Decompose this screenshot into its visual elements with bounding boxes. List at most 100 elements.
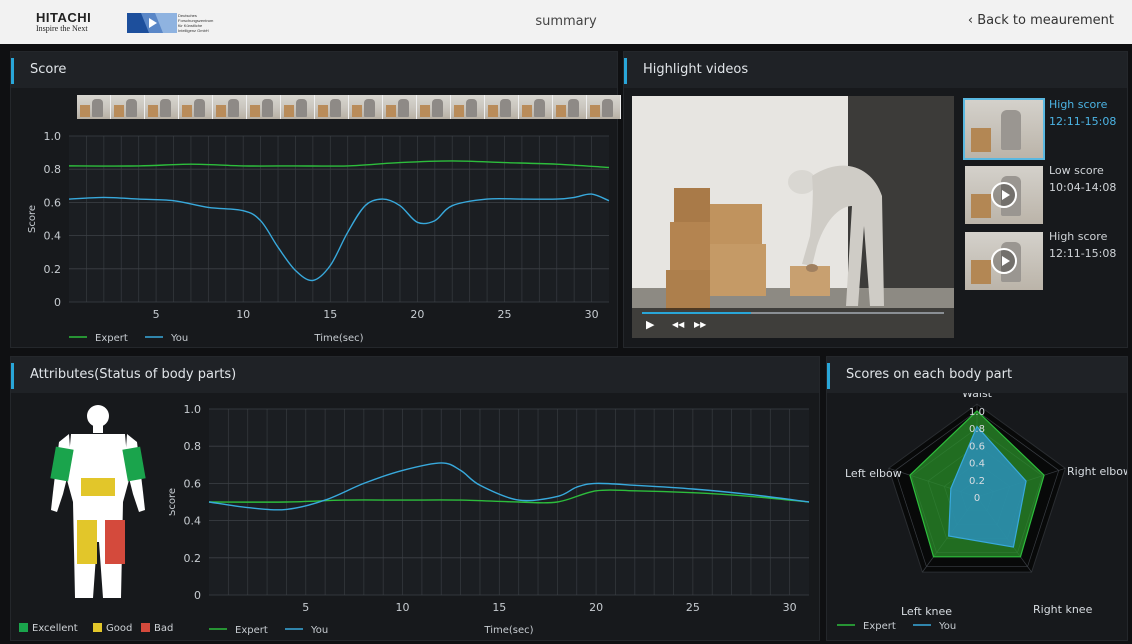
body-status-figure [50,405,146,598]
cardboard-box [710,244,766,296]
cardboard-box [710,204,762,244]
y-tick-label: 1.0 [44,130,62,143]
worker-figure [788,165,884,306]
x-tick-label: 10 [396,601,410,614]
filmstrip-frame[interactable] [553,95,587,119]
hitachi-logo-tagline: Inspire the Next [36,24,88,33]
y-tick-label: 0.4 [184,515,202,528]
x-tick-label: 20 [589,601,603,614]
plot-area [69,136,609,302]
filmstrip-frame[interactable] [587,95,621,119]
y-tick-label: 0.8 [184,440,202,453]
filmstrip-frame[interactable] [179,95,213,119]
filmstrip-frame[interactable] [213,95,247,119]
video-controls-bar: ▶ ◀◀ ▶▶ [632,308,954,338]
highlight-label-1[interactable]: High score 12:11-15:08 [1049,96,1116,130]
highlight-thumbnail-3[interactable] [965,232,1043,290]
filmstrip-frame[interactable] [315,95,349,119]
score-line-chart: 0 0.2 0.4 0.6 0.8 1.0 5 10 15 20 25 30 Score Time(sec… [27,130,610,344]
x-tick-label: 10 [236,308,250,321]
filmstrip-frame[interactable] [111,95,145,119]
filmstrip-frame[interactable] [383,95,417,119]
hitachi-logo-name: HITACHI [36,10,92,25]
filmstrip-frame[interactable] [77,95,111,119]
dfki-logo-text: Deutsches Forschungszentrum für Künstlic… [178,13,214,33]
x-tick-label: 15 [492,601,506,614]
attributes-panel: Attributes(Status of body parts) Excelle… [10,356,820,641]
rewind-icon[interactable]: ◀◀ [672,320,684,329]
fast-forward-icon[interactable]: ▶▶ [694,320,706,329]
cardboard-box [670,222,710,270]
video-progress-fill [642,312,751,314]
highlight-label-3[interactable]: High score 12:11-15:08 [1049,228,1116,262]
filmstrip-frame[interactable] [349,95,383,119]
x-tick-label: 30 [783,601,797,614]
video-frame-filmstrip[interactable] [77,95,621,119]
highlight-thumbnail-1[interactable] [963,98,1045,160]
radar-tick-label: 0 [974,493,980,504]
filmstrip-frame[interactable] [247,95,281,119]
y-axis-label: Score [169,488,178,516]
attributes-panel-title: Attributes(Status of body parts) [30,367,237,382]
top-bar: HITACHI Inspire the Next Deutsches Forsc… [0,0,1132,44]
attributes-line-chart: 0 0.2 0.4 0.6 0.8 1.0 5 10 15 20 25 30 Score Time(sec… [169,403,810,636]
x-tick-label: 5 [302,601,309,614]
filmstrip-frame[interactable] [519,95,553,119]
attributes-panel-header: Attributes(Status of body parts) [11,357,819,393]
bodypart-scores-panel: Scores on each body part 0 0.2 0.4 0.6 0.8 1.… [826,356,1128,641]
cardboard-box [666,270,710,310]
radar-axis-label: Right knee [1033,603,1093,616]
play-circle-icon[interactable] [991,182,1017,208]
x-axis-label: Time(sec) [313,333,363,344]
dfki-logo [127,13,177,33]
radar-tick-label: 0.4 [969,459,985,470]
body-part-waist [81,478,115,496]
highlight-label-2[interactable]: Low score 10:04-14:08 [1049,162,1116,196]
panel-accent-bar [827,363,830,389]
legend-excellent: Excellent [19,623,78,634]
y-tick-label: 0.4 [44,230,62,243]
y-tick-label: 1.0 [184,403,202,416]
legend-label-you: You [938,621,956,632]
y-tick-label: 0.6 [44,196,62,209]
x-tick-label: 15 [323,308,337,321]
excellent-swatch [19,623,28,632]
panel-accent-bar [624,58,627,84]
bad-swatch [141,623,150,632]
video-player[interactable] [632,96,954,338]
video-progress-track[interactable] [642,312,944,314]
cardboard-box [674,188,710,222]
y-tick-label: 0.2 [44,263,62,276]
legend-label-expert: Expert [95,333,128,344]
body-part-right-leg [105,520,125,564]
filmstrip-frame[interactable] [281,95,315,119]
x-tick-label: 25 [686,601,700,614]
radar-axis-label: Right elbow [1067,465,1127,478]
back-to-measurement-link[interactable]: ‹ Back to meaurement [968,13,1114,28]
radar-tick-label: 0.6 [969,441,985,452]
legend-good: Good [93,623,132,634]
highlight-panel-header: Highlight videos [624,52,1127,88]
y-tick-label: 0 [54,296,61,309]
filmstrip-frame[interactable] [145,95,179,119]
play-circle-icon[interactable] [991,248,1017,274]
x-tick-label: 30 [585,308,599,321]
radar-tick-label: 1.0 [969,407,985,418]
play-icon[interactable]: ▶ [646,318,654,331]
legend-label-expert: Expert [863,621,896,632]
y-tick-label: 0.8 [44,163,62,176]
filmstrip-frame[interactable] [485,95,519,119]
hitachi-logo: HITACHI Inspire the Next [36,11,91,33]
x-tick-label: 20 [410,308,424,321]
radar-axis-label: Left knee [901,605,952,618]
x-axis-label: Time(sec) [483,625,533,636]
score-panel: Score 0 0.2 0.4 0.6 0.8 1.0 5 10 15 20 25 30 Score Ti… [10,51,621,348]
highlight-thumbnail-2[interactable] [965,166,1043,224]
filmstrip-frame[interactable] [417,95,451,119]
legend-label-expert: Expert [235,625,268,636]
radar-tick-label: 0.8 [969,424,985,435]
y-tick-label: 0 [194,589,201,602]
legend-label-you: You [310,625,328,636]
filmstrip-frame[interactable] [451,95,485,119]
legend-label-you: You [170,333,188,344]
